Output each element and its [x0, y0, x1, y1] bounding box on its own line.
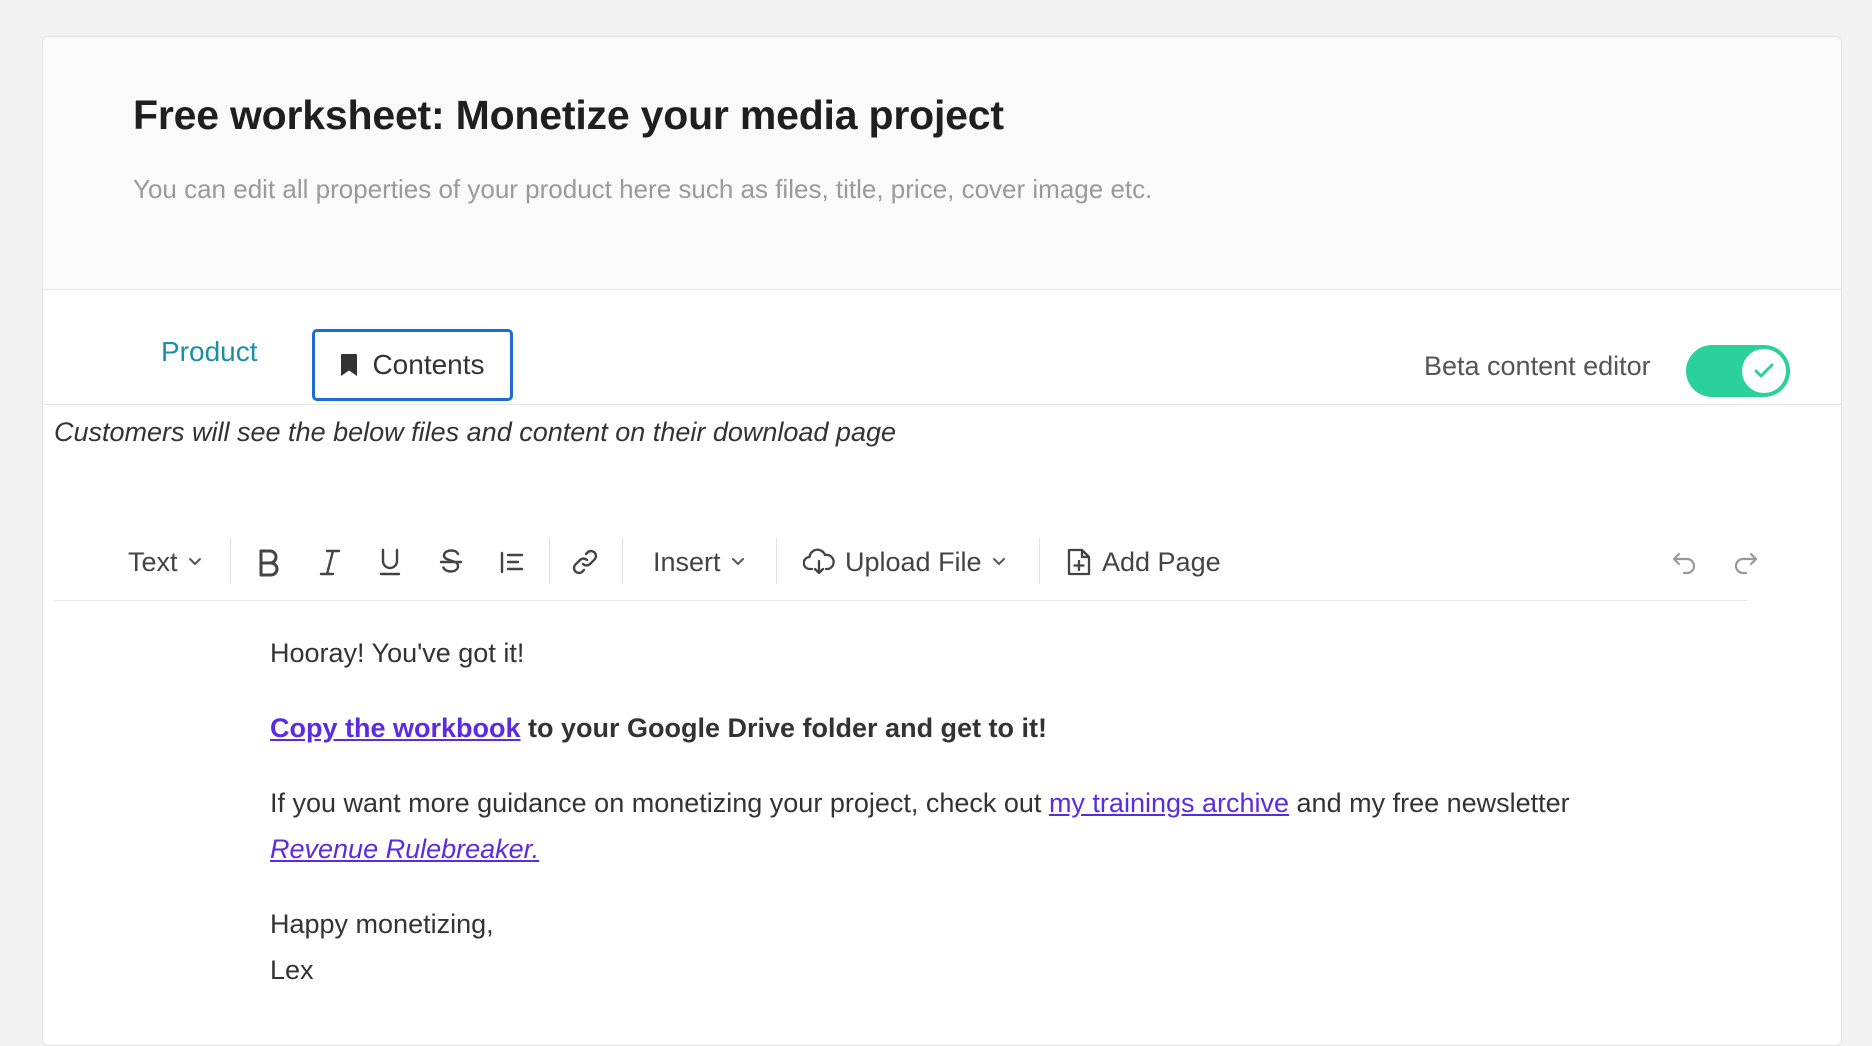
chevron-down-icon	[992, 557, 1006, 567]
beta-editor-label: Beta content editor	[1424, 351, 1651, 381]
newsletter-link[interactable]: Revenue Rulebreaker.	[270, 834, 539, 864]
underline-button[interactable]	[376, 534, 404, 590]
link-button[interactable]	[570, 534, 600, 590]
page-header: Free worksheet: Monetize your media proj…	[43, 37, 1841, 290]
align-left-icon	[498, 547, 526, 577]
content-editor[interactable]: Hooray! You've got it! Copy the workbook…	[270, 630, 1570, 1022]
undo-icon	[1671, 549, 1699, 575]
redo-icon	[1731, 549, 1759, 575]
signoff-line: Happy monetizing,	[270, 909, 494, 939]
insert-dropdown[interactable]: Insert	[653, 534, 745, 590]
workbook-paragraph: Copy the workbook to your Google Drive f…	[270, 705, 1570, 751]
italic-icon	[316, 547, 344, 577]
tab-contents-label: Contents	[372, 349, 485, 380]
upload-file-label: Upload File	[845, 546, 982, 577]
insert-label: Insert	[653, 546, 721, 577]
editor-toolbar: Text Insert Upload File Add Page	[54, 524, 1758, 601]
page-title: Free worksheet: Monetize your media proj…	[133, 92, 1004, 138]
greeting-paragraph: Hooray! You've got it!	[270, 638, 525, 668]
toolbar-divider	[549, 538, 550, 584]
toolbar-divider	[776, 538, 777, 584]
italic-button[interactable]	[316, 534, 344, 590]
text-style-dropdown[interactable]: Text	[128, 534, 202, 590]
signature-line: Lex	[270, 955, 314, 985]
upload-file-dropdown[interactable]: Upload File	[803, 534, 1006, 590]
beta-editor-toggle[interactable]	[1686, 345, 1790, 397]
trainings-archive-link[interactable]: my trainings archive	[1049, 788, 1289, 818]
tab-contents[interactable]: Contents	[312, 329, 513, 401]
toolbar-divider	[230, 538, 231, 584]
guidance-text-start: If you want more guidance on monetizing …	[270, 788, 1049, 818]
text-style-label: Text	[128, 546, 178, 577]
tab-bar: Product Contents Beta content editor	[43, 290, 1841, 405]
strikethrough-button[interactable]	[437, 534, 465, 590]
bookmark-icon	[340, 353, 358, 377]
checkmark-icon	[1754, 363, 1774, 379]
strikethrough-icon	[437, 547, 465, 577]
cloud-upload-icon	[803, 548, 835, 576]
undo-button[interactable]	[1671, 534, 1699, 590]
chevron-down-icon	[731, 557, 745, 567]
toolbar-divider	[1039, 538, 1040, 584]
redo-button[interactable]	[1731, 534, 1759, 590]
copy-workbook-link[interactable]: Copy the workbook	[270, 713, 521, 743]
add-page-icon	[1066, 547, 1092, 577]
align-button[interactable]	[498, 534, 526, 590]
add-page-label: Add Page	[1102, 546, 1221, 577]
bold-button[interactable]	[254, 534, 282, 590]
link-icon	[570, 547, 600, 577]
download-page-notice: Customers will see the below files and c…	[54, 417, 896, 447]
toolbar-divider	[622, 538, 623, 584]
bold-icon	[254, 547, 282, 577]
guidance-text-middle: and my free newsletter	[1289, 788, 1570, 818]
underline-icon	[376, 547, 404, 577]
guidance-paragraph: If you want more guidance on monetizing …	[270, 780, 1570, 872]
workbook-paragraph-text: to your Google Drive folder and get to i…	[520, 713, 1048, 743]
toggle-knob	[1742, 349, 1786, 393]
tab-product[interactable]: Product	[161, 336, 258, 368]
chevron-down-icon	[188, 557, 202, 567]
page-subtitle: You can edit all properties of your prod…	[133, 174, 1153, 204]
add-page-button[interactable]: Add Page	[1066, 534, 1221, 590]
